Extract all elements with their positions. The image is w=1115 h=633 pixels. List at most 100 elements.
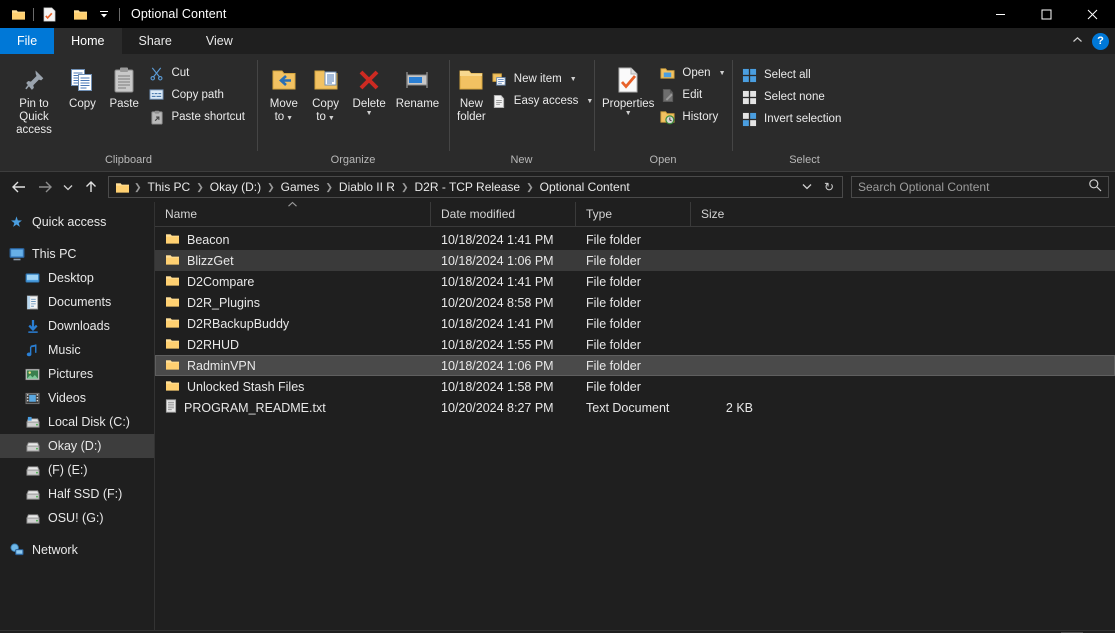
window-title: Optional Content: [131, 7, 227, 21]
select-none-icon: [741, 89, 758, 106]
breadcrumb-item-this-pc[interactable]: This PC: [143, 177, 196, 197]
paste-button[interactable]: Paste: [103, 58, 146, 115]
up-button[interactable]: [78, 175, 104, 199]
qat-properties-icon[interactable]: [37, 2, 61, 26]
sidebar-item-desktop[interactable]: Desktop: [0, 266, 154, 290]
sidebar-item-network[interactable]: Network: [0, 538, 154, 562]
sidebar-item-videos[interactable]: Videos: [0, 386, 154, 410]
breadcrumb-item-d2r-tcp-release[interactable]: D2R - TCP Release: [409, 177, 525, 197]
new-folder-button[interactable]: New folder: [455, 58, 488, 128]
tab-file[interactable]: File: [0, 28, 55, 54]
copy-path-button[interactable]: Copy path: [145, 84, 251, 106]
tab-view[interactable]: View: [189, 28, 250, 54]
breadcrumb-item-okay-d[interactable]: Okay (D:): [205, 177, 266, 197]
sidebar-item-okay-d[interactable]: Okay (D:): [0, 434, 154, 458]
ribbon-group-label-new: New: [510, 154, 533, 166]
table-row[interactable]: D2RHUD 10/18/2024 1:55 PM File folder: [155, 334, 1115, 355]
refresh-button[interactable]: ↻: [818, 180, 840, 194]
breadcrumb-separator-4[interactable]: ❯: [400, 182, 410, 193]
music-icon: [24, 342, 41, 359]
table-row[interactable]: D2R_Plugins 10/20/2024 8:58 PM File fold…: [155, 292, 1115, 313]
ribbon-group-label-organize: Organize: [330, 154, 376, 166]
select-none-button[interactable]: Select none: [738, 86, 847, 108]
table-row[interactable]: D2RBackupBuddy 10/18/2024 1:41 PM File f…: [155, 313, 1115, 334]
new-folder-label-line1: New: [459, 98, 483, 110]
close-button[interactable]: [1069, 0, 1115, 28]
pin-to-quick-access-button[interactable]: Pin to Quick access: [6, 58, 62, 141]
new-item-dropdown-caret-icon[interactable]: ▼: [570, 76, 577, 83]
properties-button[interactable]: Properties ▼: [600, 58, 656, 121]
minimize-button[interactable]: [977, 0, 1023, 28]
tab-home[interactable]: Home: [54, 28, 122, 54]
sidebar-item-this-pc[interactable]: This PC: [0, 242, 154, 266]
history-button[interactable]: History: [656, 106, 731, 128]
breadcrumb-separator-3[interactable]: ❯: [324, 182, 334, 193]
delete-dropdown-caret-icon[interactable]: ▼: [366, 110, 373, 117]
sidebar-item-quick-access[interactable]: Quick access: [0, 210, 154, 234]
table-row[interactable]: PROGRAM_README.txt 10/20/2024 8:27 PM Te…: [155, 397, 1115, 418]
collapse-ribbon-chevron-up-icon[interactable]: [1068, 35, 1086, 47]
table-row[interactable]: D2Compare 10/18/2024 1:41 PM File folder: [155, 271, 1115, 292]
paste-shortcut-button[interactable]: Paste shortcut: [145, 106, 251, 128]
new-item-button[interactable]: New item ▼: [488, 68, 600, 90]
breadcrumb-folder-icon[interactable]: [111, 181, 133, 194]
row-name-label: D2RHUD: [187, 337, 240, 352]
help-button[interactable]: ?: [1092, 32, 1109, 50]
forward-button[interactable]: [32, 175, 58, 199]
table-row[interactable]: RadminVPN 10/18/2024 1:06 PM File folder: [155, 355, 1115, 376]
edit-button[interactable]: Edit: [656, 84, 731, 106]
breadcrumb[interactable]: ❯ This PC ❯ Okay (D:) ❯ Games ❯ Diablo I…: [108, 176, 843, 198]
search-input[interactable]: [858, 180, 1088, 194]
sidebar-item-pictures[interactable]: Pictures: [0, 362, 154, 386]
qat-new-folder-icon[interactable]: [68, 2, 92, 26]
qat-dropdown-icon[interactable]: [92, 2, 116, 26]
sidebar-item-documents[interactable]: Documents: [0, 290, 154, 314]
open-button[interactable]: Open ▼: [656, 62, 731, 84]
breadcrumb-dropdown-icon[interactable]: [796, 182, 818, 192]
easy-access-button[interactable]: Easy access ▼: [488, 90, 600, 112]
column-header-name[interactable]: Name: [155, 201, 430, 227]
sidebar-item-local-disk-c[interactable]: Local Disk (C:): [0, 410, 154, 434]
breadcrumb-separator-5[interactable]: ❯: [525, 182, 535, 193]
search-box[interactable]: [851, 176, 1109, 198]
table-row[interactable]: Unlocked Stash Files 10/18/2024 1:58 PM …: [155, 376, 1115, 397]
sidebar-item-f-e[interactable]: (F) (E:): [0, 458, 154, 482]
open-dropdown-caret-icon[interactable]: ▼: [719, 70, 726, 77]
search-icon[interactable]: [1088, 178, 1102, 197]
select-small-buttons: Select all Select none Invert selection: [738, 58, 847, 130]
drive-icon-3: [24, 486, 41, 503]
breadcrumb-item-optional-content[interactable]: Optional Content: [535, 177, 635, 197]
sidebar-item-osu-g[interactable]: OSU! (G:): [0, 506, 154, 530]
properties-dropdown-caret-icon[interactable]: ▼: [625, 110, 632, 117]
table-row[interactable]: Beacon 10/18/2024 1:41 PM File folder: [155, 229, 1115, 250]
rename-button[interactable]: Rename: [392, 58, 443, 115]
copy-to-label-line2: to ▼: [316, 111, 335, 123]
sidebar-item-music[interactable]: Music: [0, 338, 154, 362]
breadcrumb-item-diablo-ii-r[interactable]: Diablo II R: [334, 177, 400, 197]
tab-share[interactable]: Share: [122, 28, 189, 54]
move-to-button[interactable]: Move to ▼: [263, 58, 305, 129]
maximize-button[interactable]: [1023, 0, 1069, 28]
back-button[interactable]: [6, 175, 32, 199]
copy-button[interactable]: Copy: [62, 58, 103, 115]
column-header-size[interactable]: Size: [690, 201, 770, 227]
cut-button[interactable]: Cut: [145, 62, 251, 84]
easy-access-dropdown-caret-icon[interactable]: ▼: [586, 98, 593, 105]
qat-folder-icon[interactable]: [6, 2, 30, 26]
sidebar-item-half-ssd-f[interactable]: Half SSD (F:): [0, 482, 154, 506]
copy-to-icon: [312, 62, 340, 98]
breadcrumb-item-games[interactable]: Games: [276, 177, 325, 197]
table-row[interactable]: BlizzGet 10/18/2024 1:06 PM File folder: [155, 250, 1115, 271]
sidebar-item-downloads[interactable]: Downloads: [0, 314, 154, 338]
ribbon-group-open: Properties ▼ Open ▼ Edit History Open: [594, 54, 732, 171]
breadcrumb-separator-2[interactable]: ❯: [266, 182, 276, 193]
select-all-button[interactable]: Select all: [738, 64, 847, 86]
column-header-type[interactable]: Type: [575, 201, 690, 227]
recent-locations-button[interactable]: [58, 175, 78, 199]
breadcrumb-separator-0[interactable]: ❯: [133, 182, 143, 193]
invert-selection-button[interactable]: Invert selection: [738, 108, 847, 130]
copy-to-button[interactable]: Copy to ▼: [305, 58, 347, 129]
breadcrumb-separator-1[interactable]: ❯: [195, 182, 205, 193]
column-header-date-modified[interactable]: Date modified: [430, 201, 575, 227]
delete-button[interactable]: Delete ▼: [346, 58, 391, 121]
